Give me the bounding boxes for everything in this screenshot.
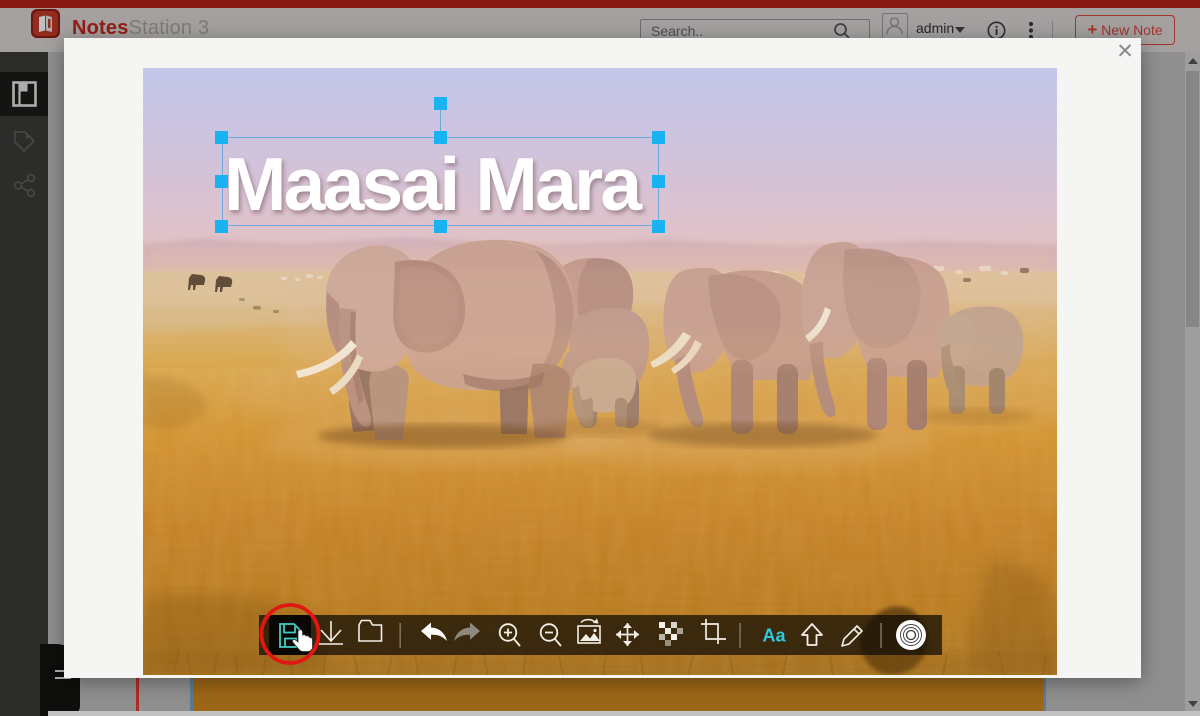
svg-text:Aa: Aa [762, 626, 786, 646]
